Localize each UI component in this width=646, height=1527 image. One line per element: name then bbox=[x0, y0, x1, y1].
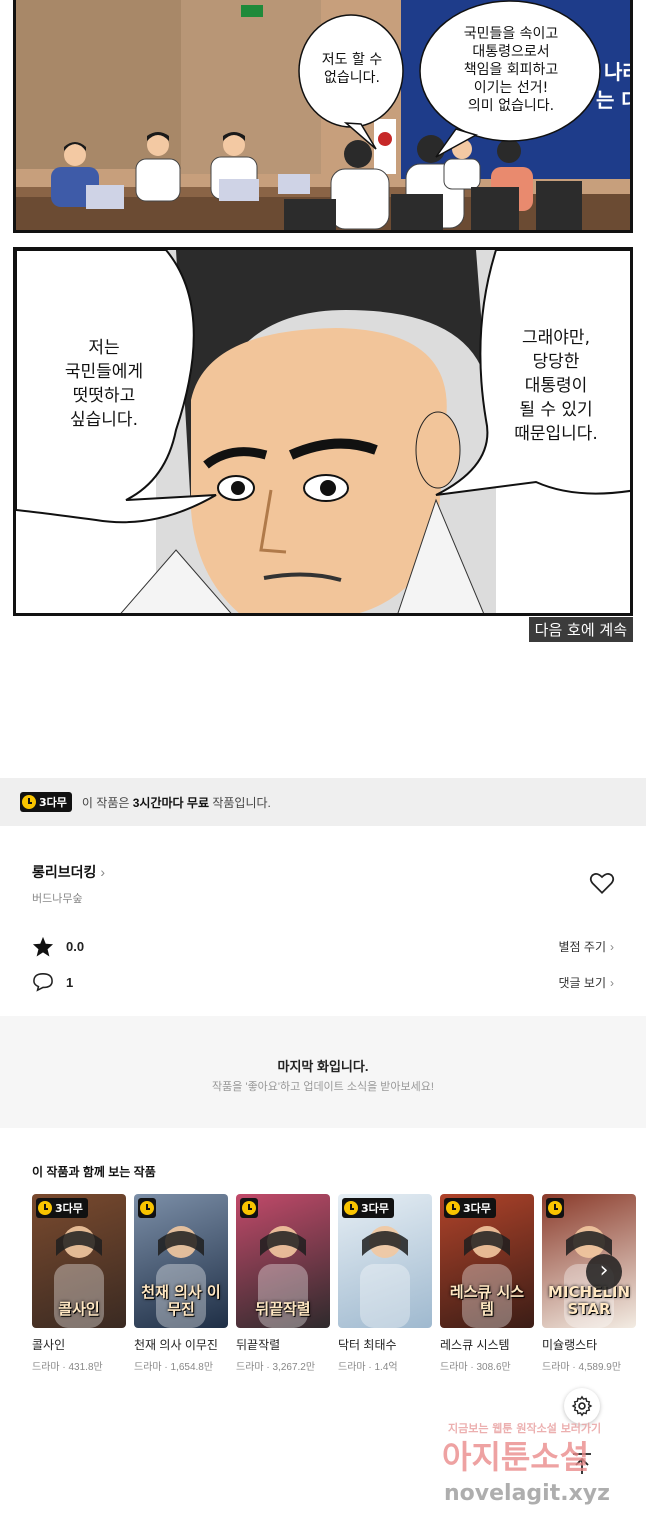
speech-bubble-left-text: 저도 할 수 없습니다. bbox=[321, 52, 383, 86]
clock-icon bbox=[242, 1201, 256, 1215]
svg-text:novelagit.xyz: novelagit.xyz bbox=[444, 1481, 610, 1506]
speech-bubble-right-text: 국민들을 속이고 대통령으로서 책임을 회피하고 이기는 선거! 의미 없습니다… bbox=[463, 26, 559, 114]
free-badge: 3다무 bbox=[342, 1198, 394, 1218]
recommendation-card[interactable]: MICHELIN STAR 미슐랭스타드라마 · 4,589.9만 bbox=[542, 1194, 636, 1373]
cover-title-text: MICHELIN STAR bbox=[547, 1283, 630, 1318]
last-episode-notice: 마지막 화입니다. 작품을 '좋아요'하고 업데이트 소식을 받아보세요! bbox=[0, 1016, 646, 1128]
clock-icon bbox=[446, 1201, 460, 1215]
recommendations-section: 이 작품과 함께 보는 작품 콜사인 3다무콜사인드라마 · 431.8만 천재 의… bbox=[0, 1128, 646, 1412]
recommendation-card[interactable]: 콜사인 3다무콜사인드라마 · 431.8만 bbox=[32, 1194, 126, 1373]
last-episode-subtitle: 작품을 '좋아요'하고 업데이트 소식을 받아보세요! bbox=[212, 1081, 434, 1093]
view-comments-label: 댓글 보기 bbox=[558, 975, 607, 990]
cover-title-text: 뒤끝작렬 bbox=[255, 1300, 311, 1318]
recommendation-meta: 드라마 · 308.6만 bbox=[440, 1362, 511, 1373]
recommendation-name: 콜사인 bbox=[32, 1338, 66, 1352]
heart-icon[interactable] bbox=[589, 871, 615, 895]
cover-title-text: 콜사인 bbox=[58, 1300, 100, 1318]
chevron-right-icon: › bbox=[610, 975, 614, 990]
badge-label: 3다무 bbox=[361, 1202, 389, 1215]
rate-link-label: 별점 주기 bbox=[558, 939, 607, 954]
cover-title-text: 레스큐 시스템 bbox=[449, 1283, 525, 1318]
badge-label: 3다무 bbox=[55, 1202, 83, 1215]
recommendation-thumbnail[interactable]: 뒤끝작렬 bbox=[236, 1194, 330, 1328]
clock-icon bbox=[38, 1201, 52, 1215]
recommendation-thumbnail[interactable]: 콜사인 3다무 bbox=[32, 1194, 126, 1328]
recommendations-title: 이 작품과 함께 보는 작품 bbox=[32, 1165, 156, 1179]
clock-icon bbox=[22, 795, 36, 809]
chevron-right-icon: › bbox=[610, 939, 614, 954]
recommendation-meta: 드라마 · 3,267.2만 bbox=[236, 1362, 316, 1373]
chevron-right-icon: › bbox=[599, 1258, 609, 1283]
free-info-bold: 3시간마다 무료 bbox=[132, 795, 209, 810]
free-badge bbox=[138, 1198, 156, 1218]
recommendation-name: 닥터 최태수 bbox=[338, 1338, 397, 1352]
recommendation-card[interactable]: 3다무닥터 최태수드라마 · 1.4억 bbox=[338, 1194, 432, 1373]
sign-text-2: 는 대 bbox=[596, 88, 633, 112]
rating-value: 0.0 bbox=[66, 938, 85, 954]
star-icon bbox=[32, 936, 54, 957]
free-badge bbox=[240, 1198, 258, 1218]
svg-text:아지툰소설: 아지툰소설 bbox=[442, 1438, 589, 1476]
recommendation-thumbnail[interactable]: 3다무 bbox=[338, 1194, 432, 1328]
speech-bubble-left-text: 저는 국민들에게 떳떳하고 싶습니다. bbox=[64, 338, 144, 430]
rating-row: 0.0 별점 주기 › bbox=[32, 934, 614, 958]
free-info-prefix: 이 작품은 bbox=[81, 795, 133, 810]
recommendation-name: 레스큐 시스템 bbox=[440, 1338, 510, 1352]
recommendation-name: 천재 의사 이무진 bbox=[134, 1338, 218, 1352]
clock-icon bbox=[140, 1201, 154, 1215]
free-info-text: 이 작품은 3시간마다 무료 작품입니다. bbox=[82, 794, 271, 811]
badge-label: 3다무 bbox=[463, 1202, 491, 1215]
site-watermark: 지금보는 웹툰 원작소설 보러가기 아지툰소설 novelagit.xyz bbox=[442, 1421, 610, 1506]
three-day-free-badge: 3다무 bbox=[20, 792, 72, 812]
series-title-link[interactable]: 롱리브더킹 › bbox=[32, 862, 105, 882]
comic-panel-2: 저는 국민들에게 떳떳하고 싶습니다. 그래야만, 당당한 대통령이 될 수 있… bbox=[13, 247, 633, 616]
recommendation-name: 뒤끝작렬 bbox=[236, 1338, 281, 1352]
recommendation-card[interactable]: 레스큐 시스템 3다무레스큐 시스템드라마 · 308.6만 bbox=[440, 1194, 534, 1373]
series-title: 롱리브더킹 bbox=[32, 864, 97, 880]
recommendation-thumbnail[interactable]: 천재 의사 이무진 bbox=[134, 1194, 228, 1328]
to-be-continued-label: 다음 호에 계속 bbox=[528, 617, 633, 642]
recommendation-thumbnail[interactable]: 레스큐 시스템 3다무 bbox=[440, 1194, 534, 1328]
speech-bubble-right-text: 그래야만, 당당한 대통령이 될 수 있기 때문입니다. bbox=[514, 328, 598, 444]
recommendation-meta: 드라마 · 1.4억 bbox=[338, 1362, 398, 1373]
view-comments-link[interactable]: 댓글 보기 › bbox=[559, 974, 615, 991]
chevron-right-icon: › bbox=[100, 864, 106, 880]
comments-row: 1 댓글 보기 › bbox=[32, 970, 614, 994]
last-episode-title: 마지막 화입니다. bbox=[277, 1059, 369, 1074]
clock-icon bbox=[548, 1201, 562, 1215]
badge-label: 3다무 bbox=[39, 796, 67, 809]
comic-panel-1: 나라 는 대 bbox=[13, 0, 633, 233]
free-badge: 3다무 bbox=[444, 1198, 496, 1218]
free-info-suffix: 작품입니다. bbox=[209, 795, 271, 810]
series-info: 롱리브더킹 › 버드나무숲 0.0 별점 주기 › 1 댓글 보기 › bbox=[0, 826, 646, 1016]
cover-title-text: 천재 의사 이무진 bbox=[141, 1283, 221, 1318]
free-badge: 3다무 bbox=[36, 1198, 88, 1218]
comment-icon bbox=[33, 973, 53, 992]
recommendation-meta: 드라마 · 1,654.8만 bbox=[134, 1362, 214, 1373]
carousel-next-button[interactable]: › bbox=[586, 1254, 622, 1290]
svg-text:지금보는 웹툰 원작소설 보러가기: 지금보는 웹툰 원작소설 보러가기 bbox=[448, 1421, 601, 1435]
free-badge bbox=[546, 1198, 564, 1218]
recommendation-meta: 드라마 · 4,589.9만 bbox=[542, 1362, 622, 1373]
clock-icon bbox=[344, 1201, 358, 1215]
recommendation-name: 미슐랭스타 bbox=[542, 1338, 598, 1352]
recommendation-card[interactable]: 천재 의사 이무진 천재 의사 이무진 드라마 · 1,654.8만 bbox=[134, 1194, 228, 1373]
series-author: 버드나무숲 bbox=[32, 893, 83, 905]
free-info-bar: 3다무 이 작품은 3시간마다 무료 작품입니다. bbox=[0, 778, 646, 826]
comments-count: 1 bbox=[66, 974, 74, 990]
gear-icon bbox=[571, 1395, 593, 1417]
rate-link[interactable]: 별점 주기 › bbox=[559, 938, 615, 955]
sign-text-1: 나라 bbox=[604, 60, 633, 84]
recommendation-card[interactable]: 뒤끝작렬 뒤끝작렬 드라마 · 3,267.2만 bbox=[236, 1194, 330, 1373]
recommendation-meta: 드라마 · 431.8만 bbox=[32, 1362, 103, 1373]
